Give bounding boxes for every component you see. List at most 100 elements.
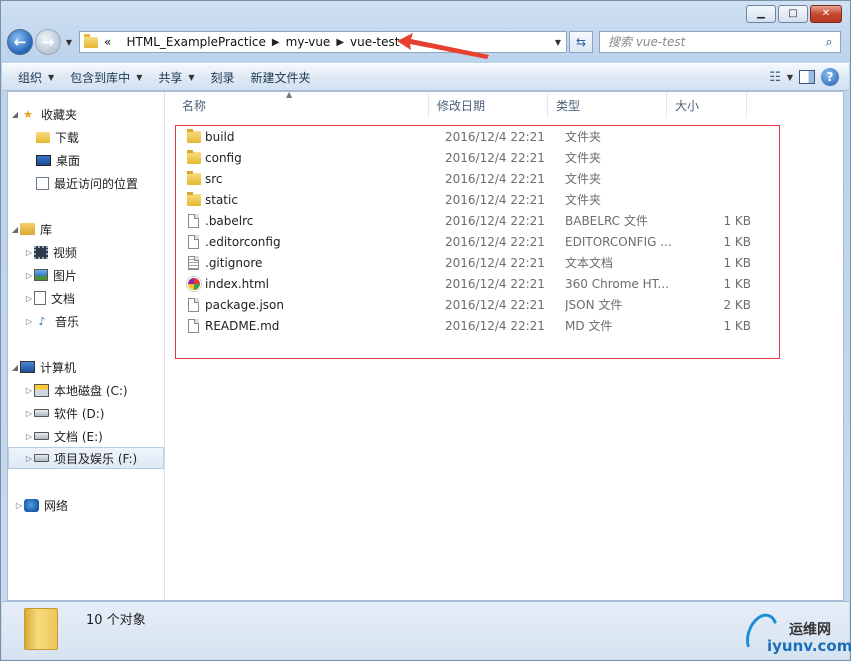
address-history-dropdown[interactable]: ▼	[550, 38, 566, 47]
drive-icon	[34, 409, 49, 417]
expand-arrow-icon[interactable]: ▷	[24, 294, 34, 303]
folder-icon	[186, 128, 201, 144]
nav-item-videos[interactable]: ▷ 视频	[24, 241, 77, 263]
breadcrumb-separator-icon[interactable]: ▶	[336, 37, 344, 48]
address-bar[interactable]: « HTML_ExamplePractice ▶ my-vue ▶ vue-te…	[79, 31, 567, 53]
nav-item-drive-e[interactable]: ▷ 文档 (E:)	[24, 425, 103, 447]
file-name: package.json	[205, 297, 285, 312]
help-icon[interactable]: ?	[821, 68, 839, 86]
library-icon	[20, 223, 35, 235]
nav-item-drive-f[interactable]: ▷ 项目及娱乐 (F:)	[8, 447, 164, 469]
nav-item-music[interactable]: ▷ ♪ 音乐	[24, 310, 79, 332]
nav-libraries[interactable]: ◢ 库	[10, 218, 52, 240]
file-modified-date: 2016/12/4 22:21	[445, 129, 545, 144]
file-modified-date: 2016/12/4 22:21	[445, 297, 545, 312]
file-row[interactable]: static 2016/12/4 22:21 文件夹	[166, 189, 766, 210]
nav-favorites-label: 收藏夹	[41, 107, 78, 122]
expand-arrow-icon[interactable]: ▷	[24, 248, 34, 257]
view-options-icon[interactable]: ☷	[769, 70, 781, 85]
column-header-type[interactable]: 类型	[548, 92, 667, 118]
include-in-library-menu[interactable]: 包含到库中 ▼	[62, 65, 150, 89]
column-header-row: ▲ 名称 修改日期 类型 大小	[166, 90, 843, 118]
browser-icon	[186, 276, 201, 291]
forward-button[interactable]: →	[35, 29, 61, 55]
expand-arrow-icon[interactable]: ▷	[24, 271, 34, 280]
organize-menu[interactable]: 组织 ▼	[10, 65, 62, 89]
column-date-label: 修改日期	[437, 98, 486, 113]
search-input[interactable]	[608, 35, 818, 49]
file-icon	[186, 213, 201, 228]
file-row[interactable]: .babelrc 2016/12/4 22:21 BABELRC 文件 1 KB	[166, 210, 766, 231]
sort-ascending-icon: ▲	[286, 90, 293, 99]
file-name: index.html	[205, 276, 269, 291]
file-row[interactable]: README.md 2016/12/4 22:21 MD 文件 1 KB	[166, 315, 766, 336]
new-folder-button[interactable]: 新建文件夹	[243, 65, 319, 89]
burn-button[interactable]: 刻录	[203, 65, 243, 89]
file-row[interactable]: index.html 2016/12/4 22:21 360 Chrome HT..…	[166, 273, 766, 294]
nav-item-desktop[interactable]: 桌面	[36, 149, 80, 171]
back-arrow-icon: ←	[13, 32, 27, 51]
browser-icon	[186, 276, 201, 291]
back-button[interactable]: ←	[7, 29, 33, 55]
item-count: 10 个对象	[86, 613, 146, 628]
column-header-size[interactable]: 大小	[667, 92, 747, 118]
close-button[interactable]: ✕	[810, 5, 842, 23]
expand-arrow-icon[interactable]: ▷	[24, 432, 34, 441]
maximize-icon: □	[788, 8, 798, 19]
column-header-date[interactable]: 修改日期	[429, 92, 548, 118]
explorer-window: ▁ □ ✕ ← → ▼ « HTML_ExamplePractice ▶ my-…	[0, 0, 851, 661]
file-row[interactable]: src 2016/12/4 22:21 文件夹	[166, 168, 766, 189]
close-icon: ✕	[821, 8, 831, 19]
expand-arrow-icon[interactable]: ▷	[24, 409, 34, 418]
breadcrumb-my-vue[interactable]: my-vue	[286, 35, 331, 49]
share-menu[interactable]: 共享 ▼	[150, 65, 202, 89]
file-type: EDITORCONFIG ...	[565, 234, 672, 249]
breadcrumb-separator-icon[interactable]: ▶	[405, 37, 413, 48]
column-type-label: 类型	[556, 98, 581, 113]
star-icon: ★	[23, 107, 33, 121]
folder-icon	[186, 191, 201, 207]
nav-item-drive-c[interactable]: ▷ 本地磁盘 (C:)	[24, 379, 128, 401]
column-header-name[interactable]: ▲ 名称	[166, 90, 429, 118]
expand-arrow-icon[interactable]: ▷	[24, 454, 34, 463]
nav-item-pictures[interactable]: ▷ 图片	[24, 264, 77, 286]
nav-computer[interactable]: ◢ 计算机	[10, 356, 76, 378]
preview-pane-icon[interactable]	[799, 70, 815, 84]
search-icon[interactable]: ⌕	[818, 35, 840, 50]
file-row[interactable]: .gitignore 2016/12/4 22:21 文本文档 1 KB	[166, 252, 766, 273]
folder-icon	[186, 149, 201, 164]
organize-label: 组织	[18, 70, 43, 85]
file-icon	[186, 297, 201, 312]
nav-item-drive-d[interactable]: ▷ 软件 (D:)	[24, 402, 105, 424]
nav-item-downloads[interactable]: 下载	[36, 126, 79, 148]
maximize-button[interactable]: □	[778, 5, 808, 23]
toolbar-right-group: ☷ ▼ ?	[769, 68, 849, 86]
nav-item-label: 图片	[53, 268, 78, 283]
file-row[interactable]: package.json 2016/12/4 22:21 JSON 文件 2 KB	[166, 294, 766, 315]
chevron-down-icon[interactable]: ▼	[787, 73, 793, 82]
file-list-pane: ▲ 名称 修改日期 类型 大小 build 2016/12/4 22:21 文件夹 c…	[166, 90, 843, 600]
nav-network[interactable]: ▷ 网络	[14, 494, 68, 516]
collapse-arrow-icon[interactable]: ◢	[10, 225, 20, 234]
collapse-arrow-icon[interactable]: ◢	[10, 363, 20, 372]
expand-arrow-icon[interactable]: ▷	[14, 501, 24, 510]
breadcrumb-vue-test[interactable]: vue-test	[350, 35, 399, 49]
breadcrumb-separator-icon[interactable]: ▶	[272, 37, 280, 48]
collapse-arrow-icon[interactable]: ◢	[10, 110, 20, 119]
nav-item-recent-places[interactable]: 最近访问的位置	[36, 172, 138, 194]
expand-arrow-icon[interactable]: ▷	[24, 386, 34, 395]
file-row[interactable]: .editorconfig 2016/12/4 22:21 EDITORCONFIG…	[166, 231, 766, 252]
file-row[interactable]: config 2016/12/4 22:21 文件夹	[166, 147, 766, 168]
breadcrumb-overflow[interactable]: «	[104, 35, 111, 49]
expand-arrow-icon[interactable]: ▷	[24, 317, 34, 326]
nav-item-documents[interactable]: ▷ 文档	[24, 287, 75, 309]
refresh-button[interactable]: ⇆	[569, 31, 593, 53]
file-row[interactable]: build 2016/12/4 22:21 文件夹	[166, 126, 766, 147]
chevron-down-icon: ▼	[188, 72, 195, 82]
chevron-down-icon: ▼	[136, 72, 143, 82]
file-type: 文本文档	[565, 256, 614, 270]
minimize-button[interactable]: ▁	[746, 5, 776, 23]
recent-pages-dropdown[interactable]: ▼	[63, 38, 75, 47]
breadcrumb-html-examplepractice[interactable]: HTML_ExamplePractice	[127, 35, 266, 49]
nav-favorites[interactable]: ◢ ★ 收藏夹	[10, 103, 77, 125]
